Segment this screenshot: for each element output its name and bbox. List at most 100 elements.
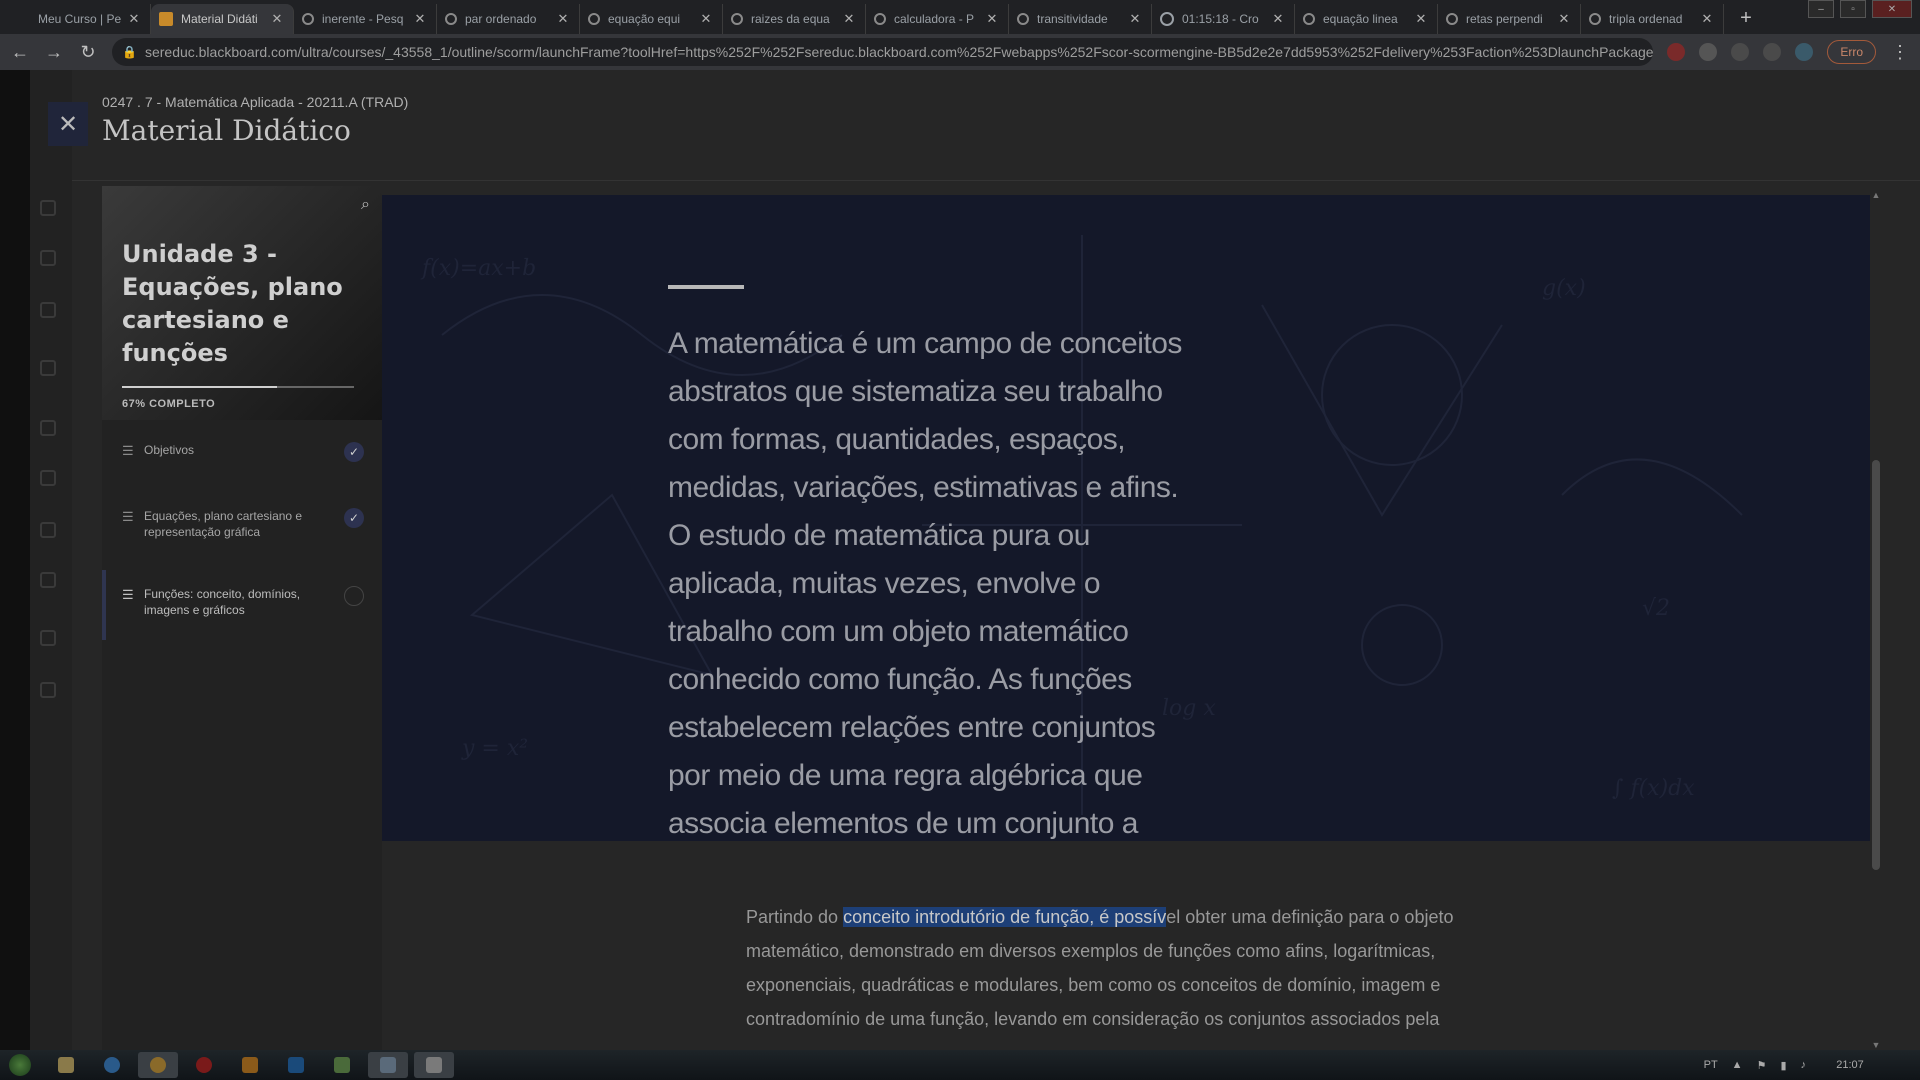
scroll-down-icon[interactable]: ▼ <box>1870 1040 1882 1050</box>
document-icon <box>159 12 173 26</box>
dark-mode-extension-icon[interactable] <box>1699 43 1718 61</box>
close-tab-icon[interactable]: ✕ <box>1556 11 1572 27</box>
institution-icon[interactable] <box>40 200 56 216</box>
close-tab-icon[interactable]: ✕ <box>841 11 857 27</box>
close-tab-icon[interactable]: ✕ <box>126 11 142 27</box>
lesson-item-funcoes[interactable]: ☰ Funções: conceito, domínios, imagens e… <box>102 570 382 640</box>
tab-label: retas perpendi <box>1466 12 1543 26</box>
progress-label: 67% COMPLETO <box>122 398 216 410</box>
close-tab-icon[interactable]: ✕ <box>984 11 1000 27</box>
vscode-icon[interactable] <box>276 1052 316 1078</box>
list-icon: ☰ <box>122 587 134 602</box>
browser-tab[interactable]: 01:15:18 - Cro ✕ <box>1152 4 1295 34</box>
signal-icon[interactable]: ▮ <box>1780 1059 1786 1072</box>
blackboard-nav-rail <box>0 70 30 1050</box>
tools-icon[interactable] <box>40 630 56 646</box>
module-title: Unidade 3 - Equações, plano cartesiano e… <box>122 240 343 367</box>
windows-taskbar: PT ▲ ⚑ ▮ ♪ 21:07 <box>0 1050 1920 1080</box>
logout-icon[interactable] <box>40 682 56 698</box>
search-icon[interactable]: ⌕ <box>361 196 370 214</box>
close-window-button[interactable]: ✕ <box>1872 0 1912 18</box>
module-lessons-list: ☰ Objetivos ✓ ☰ Equações, plano cartesia… <box>102 420 382 1050</box>
close-tab-icon[interactable]: ✕ <box>1699 11 1715 27</box>
reload-icon[interactable]: ↻ <box>78 42 98 63</box>
close-tab-icon[interactable]: ✕ <box>1413 11 1429 27</box>
list-icon: ☰ <box>122 509 134 524</box>
new-tab-button[interactable]: + <box>1732 4 1760 32</box>
close-tab-icon[interactable]: ✕ <box>1127 11 1143 27</box>
clock-icon <box>1160 12 1174 26</box>
lesson-item-equacoes[interactable]: ☰ Equações, plano cartesiano e represent… <box>102 508 382 540</box>
browser-tab[interactable]: tripla ordenad ✕ <box>1581 4 1724 34</box>
error-button[interactable]: Erro <box>1827 40 1876 64</box>
close-tab-icon[interactable]: ✕ <box>269 11 285 27</box>
gear-extension-icon[interactable] <box>1731 43 1750 61</box>
tab-label: calculadora - P <box>894 12 975 26</box>
grades-icon[interactable] <box>40 572 56 588</box>
file-explorer-icon[interactable] <box>46 1052 86 1078</box>
windows-logo-icon <box>9 1054 31 1076</box>
browser-tab[interactable]: calculadora - P ✕ <box>866 4 1009 34</box>
profile-avatar[interactable] <box>1795 43 1814 61</box>
volume-icon[interactable]: ♪ <box>1801 1059 1807 1071</box>
tab-label: raizes da equa <box>751 12 830 26</box>
browser-tab[interactable]: equação equi ✕ <box>580 4 723 34</box>
close-tab-icon[interactable]: ✕ <box>412 11 428 27</box>
google-icon <box>1303 13 1315 25</box>
blackboard-icon <box>16 12 30 26</box>
tab-label: equação linea <box>1323 12 1398 26</box>
browser-tab[interactable]: Material Didáti ✕ <box>151 4 294 34</box>
maximize-button[interactable]: ▫ <box>1840 0 1866 18</box>
scroll-up-icon[interactable]: ▲ <box>1870 190 1882 200</box>
window-icon[interactable] <box>368 1052 408 1078</box>
messages-icon[interactable] <box>40 522 56 538</box>
google-icon <box>588 13 600 25</box>
lesson-item-objetivos[interactable]: ☰ Objetivos ✓ <box>102 442 382 462</box>
browser-tab[interactable]: inerente - Pesq ✕ <box>294 4 437 34</box>
internet-explorer-icon[interactable] <box>92 1052 132 1078</box>
network-flag-icon[interactable]: ⚑ <box>1757 1059 1767 1072</box>
profile-icon[interactable] <box>40 250 56 266</box>
tab-label: Meu Curso | Pe <box>38 12 122 26</box>
language-indicator[interactable]: PT <box>1704 1059 1718 1071</box>
scrollbar-thumb[interactable] <box>1872 460 1880 870</box>
courses-icon[interactable] <box>40 360 56 376</box>
back-icon[interactable]: ← <box>10 42 30 63</box>
globe-icon[interactable] <box>40 302 56 318</box>
calendar-icon[interactable] <box>40 470 56 486</box>
browser-tab[interactable]: Meu Curso | Pe ✕ <box>8 4 151 34</box>
list-icon: ☰ <box>122 443 134 458</box>
browser-tab[interactable]: transitividade ✕ <box>1009 4 1152 34</box>
document-window-icon[interactable] <box>414 1052 454 1078</box>
address-bar[interactable]: 🔒 sereduc.blackboard.com/ultra/courses/_… <box>112 38 1654 66</box>
hero-text: A matemática é um campo de conceitos abs… <box>668 327 1182 840</box>
incomplete-circle-icon <box>344 586 364 606</box>
tab-label: inerente - Pesq <box>322 12 404 26</box>
close-panel-button[interactable]: ✕ <box>48 102 88 146</box>
tab-label: par ordenado <box>465 12 537 26</box>
minimize-button[interactable]: – <box>1808 0 1834 18</box>
close-tab-icon[interactable]: ✕ <box>698 11 714 27</box>
puzzle-extensions-icon[interactable] <box>1763 43 1782 61</box>
system-tray: PT ▲ ⚑ ▮ ♪ 21:07 <box>1704 1059 1920 1072</box>
chrome-icon[interactable] <box>138 1052 178 1078</box>
media-player-icon[interactable] <box>230 1052 270 1078</box>
browser-tab[interactable]: equação linea ✕ <box>1295 4 1438 34</box>
google-icon <box>1017 13 1029 25</box>
browser-tab[interactable]: par ordenado ✕ <box>437 4 580 34</box>
opera-icon[interactable] <box>184 1052 224 1078</box>
shield-extension-icon[interactable] <box>1667 43 1686 61</box>
browser-tab[interactable]: retas perpendi ✕ <box>1438 4 1581 34</box>
content-scrollbar[interactable]: ▲ ▼ <box>1870 190 1882 1050</box>
page-content: ✕ 0247 . 7 - Matemática Aplicada - 20211… <box>0 70 1920 1050</box>
close-tab-icon[interactable]: ✕ <box>1270 11 1286 27</box>
clock[interactable]: 21:07 <box>1820 1059 1880 1071</box>
tray-expand-icon[interactable]: ▲ <box>1732 1059 1743 1071</box>
paint-icon[interactable] <box>322 1052 362 1078</box>
groups-icon[interactable] <box>40 420 56 436</box>
menu-kebab-icon[interactable]: ⋮ <box>1890 42 1910 63</box>
start-button[interactable] <box>0 1050 40 1080</box>
forward-icon[interactable]: → <box>44 42 64 63</box>
close-tab-icon[interactable]: ✕ <box>555 11 571 27</box>
browser-tab[interactable]: raizes da equa ✕ <box>723 4 866 34</box>
